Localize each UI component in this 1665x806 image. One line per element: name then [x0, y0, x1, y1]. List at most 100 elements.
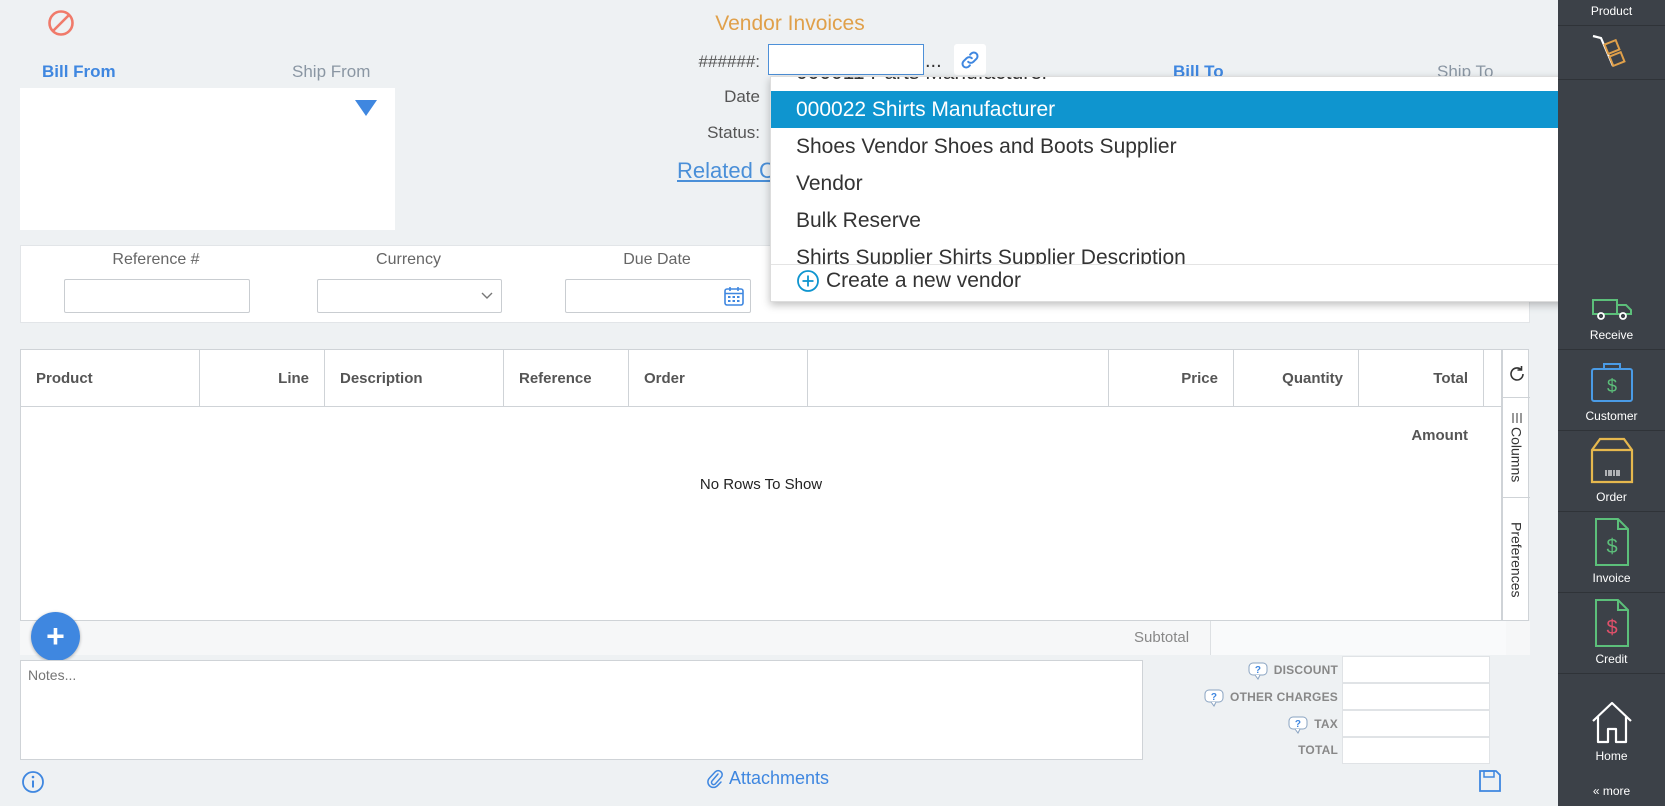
plus-circle-icon — [797, 270, 819, 292]
column-header-price[interactable]: Price — [1109, 350, 1234, 407]
info-icon[interactable] — [21, 770, 45, 799]
vendor-search-input[interactable] — [768, 44, 924, 75]
tab-bill-from[interactable]: Bill From — [42, 62, 116, 82]
rail-item-label: Receive — [1589, 328, 1634, 342]
rail-item-order[interactable]: Order — [1558, 432, 1665, 512]
rail-item-product[interactable]: Product — [1558, 0, 1665, 26]
invoice-document-icon: $ — [1594, 518, 1629, 566]
rail-item-shipping[interactable] — [1558, 26, 1665, 80]
discount-row: ? DISCOUNT — [1140, 656, 1490, 683]
subtotal-label: Subtotal — [1134, 629, 1190, 646]
column-header-description[interactable]: Description — [325, 350, 504, 407]
vendor-option-list[interactable]: 000011 Parts Manufacturer 000022 Shirts … — [771, 77, 1664, 265]
create-vendor-label: Create a new vendor — [826, 269, 1021, 292]
date-label: Date — [724, 87, 760, 106]
rail-item-label: Order — [1596, 490, 1627, 504]
vendor-dropdown: 000011 Parts Manufacturer 000022 Shirts … — [770, 76, 1665, 302]
total-value — [1342, 737, 1490, 764]
vendor-option[interactable]: Vendor — [771, 165, 1664, 202]
attachments-link[interactable]: Attachments — [707, 768, 829, 789]
rail-item-credit[interactable]: $ Credit — [1558, 594, 1665, 674]
preferences-tab-label: Preferences — [1508, 522, 1525, 598]
discount-label: DISCOUNT — [1273, 663, 1338, 678]
bill-from-dropdown-arrow-icon[interactable] — [355, 100, 377, 116]
cash-register-icon: $ — [1590, 363, 1633, 402]
line-items-grid: Product Line Description Reference Order… — [20, 349, 1502, 621]
column-header-quantity[interactable]: Quantity — [1234, 350, 1359, 407]
paperclip-icon — [707, 769, 723, 788]
due-date-label: Due Date — [623, 251, 691, 268]
vendor-option[interactable]: Bulk Reserve — [771, 202, 1664, 239]
rail-item-receive[interactable]: Receive — [1558, 270, 1665, 350]
help-icon[interactable]: ? — [1248, 662, 1268, 680]
rail-item-label: Home — [1595, 749, 1628, 763]
other-charges-row: ? OTHER CHARGES — [1140, 683, 1490, 710]
currency-select[interactable] — [317, 279, 502, 313]
column-header-order[interactable]: Order — [629, 350, 808, 407]
svg-text:$: $ — [1606, 376, 1616, 396]
preferences-tab[interactable]: Preferences — [1503, 498, 1530, 622]
plus-icon: + — [46, 618, 65, 654]
vendor-option-selected[interactable]: 000022 Shirts Manufacturer — [771, 91, 1664, 128]
total-row: TOTAL — [1140, 737, 1490, 764]
column-header-blank[interactable] — [808, 350, 1109, 407]
link-button[interactable] — [954, 44, 986, 75]
rail-item-customer[interactable]: $ Customer — [1558, 351, 1665, 431]
reference-input[interactable] — [64, 279, 250, 313]
subtotal-value — [1210, 621, 1506, 655]
related-link[interactable]: Related C — [677, 158, 770, 184]
column-header-product[interactable]: Product — [21, 350, 200, 407]
create-vendor-button[interactable]: Create a new vendor — [796, 269, 1021, 293]
vendor-option[interactable]: 000011 Parts Manufacturer — [771, 77, 1664, 91]
other-charges-input[interactable] — [1342, 683, 1490, 710]
rail-item-label: Invoice — [1592, 571, 1631, 585]
grid-side-toolbar: Columns Preferences — [1502, 349, 1530, 622]
truck-icon — [1591, 299, 1632, 320]
help-icon[interactable]: ? — [1288, 716, 1308, 734]
vendor-option[interactable]: Shirts Supplier Shirts Supplier Descript… — [771, 239, 1664, 264]
tax-input[interactable] — [1342, 710, 1490, 737]
hand-truck-icon — [1592, 34, 1626, 68]
tax-label: TAX — [1314, 717, 1338, 732]
bill-from-address-box[interactable] — [20, 88, 395, 230]
column-header-total-amount[interactable]: Total Amount — [1359, 350, 1484, 444]
discount-input[interactable] — [1342, 656, 1490, 683]
rail-item-home[interactable]: Home — [1558, 690, 1665, 770]
due-date-input[interactable] — [565, 279, 751, 313]
vendor-option[interactable]: Shoes Vendor Shoes and Boots Supplier — [771, 128, 1664, 165]
rail-item-label: Credit — [1595, 652, 1628, 666]
rail-more-button[interactable]: « more — [1558, 784, 1665, 798]
columns-tab[interactable]: Columns — [1503, 398, 1530, 498]
columns-icon — [1512, 413, 1521, 424]
page-title: Vendor Invoices — [715, 12, 865, 35]
save-icon[interactable] — [1477, 768, 1503, 799]
notes-textarea[interactable] — [20, 660, 1143, 760]
help-icon[interactable]: ? — [1204, 689, 1224, 707]
empty-grid-message: No Rows To Show — [699, 476, 823, 493]
calendar-icon[interactable] — [723, 285, 745, 307]
svg-text:$: $ — [1606, 617, 1617, 639]
total-label: TOTAL — [1298, 743, 1338, 757]
status-label: Status: — [707, 123, 760, 142]
svg-text:$: $ — [1606, 536, 1617, 558]
grid-header: Product Line Description Reference Order… — [21, 350, 1501, 444]
currency-label: Currency — [376, 251, 441, 268]
column-header-line[interactable]: Line — [200, 350, 325, 407]
rail-item-label: Product — [1590, 4, 1633, 18]
home-icon — [1591, 701, 1632, 744]
tab-ship-from[interactable]: Ship From — [292, 62, 370, 82]
attachments-label: Attachments — [729, 768, 830, 788]
rail-item-invoice[interactable]: $ Invoice — [1558, 513, 1665, 593]
svg-text:?: ? — [1295, 719, 1301, 730]
other-charges-label: OTHER CHARGES — [1230, 690, 1338, 705]
tax-row: ? TAX — [1140, 710, 1490, 737]
columns-tab-label: Columns — [1508, 427, 1525, 483]
column-header-reference[interactable]: Reference — [504, 350, 629, 407]
subtotal-bar: Subtotal — [20, 621, 1530, 655]
vendor-lookup-button[interactable]: ... — [925, 50, 942, 73]
refresh-button[interactable] — [1503, 350, 1530, 398]
right-navigation-rail: Product Receive $ Customer Order $ Invoi… — [1558, 0, 1665, 806]
rail-item-label: Customer — [1585, 409, 1638, 423]
cancel-icon[interactable] — [46, 8, 76, 38]
add-line-button[interactable]: + — [31, 612, 80, 661]
